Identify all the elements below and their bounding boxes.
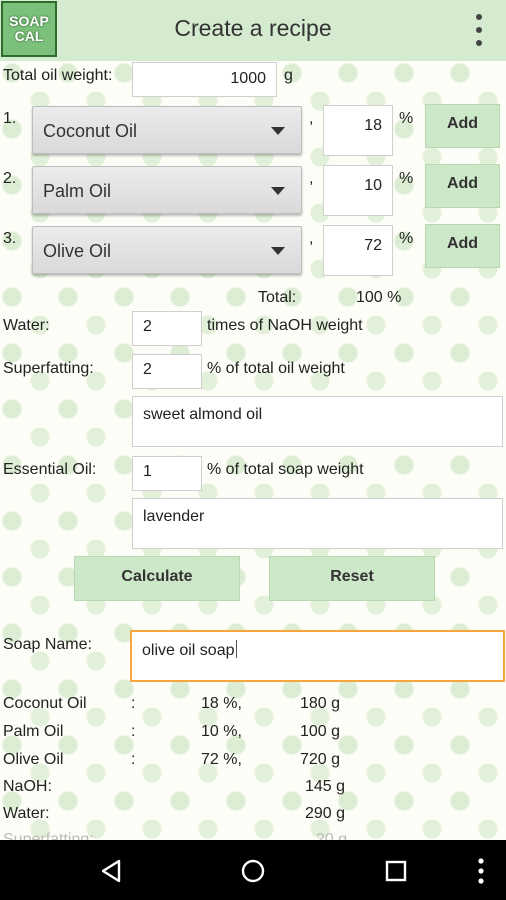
oil-comma-2: ,: [309, 170, 314, 187]
dropdown-caret-icon: [271, 187, 285, 195]
result-percent-1: 18 %,: [201, 695, 242, 712]
oil-select-1-value: Coconut Oil: [43, 121, 138, 141]
add-oil-button-3[interactable]: Add: [425, 224, 500, 268]
system-navigation-bar: [0, 840, 506, 900]
result-amount-3: 720 g: [300, 751, 341, 768]
soap-name-value: olive oil soap: [142, 642, 235, 659]
oil-select-3-value: Olive Oil: [43, 241, 112, 261]
result-amount-2: 100 g: [300, 723, 341, 740]
home-icon[interactable]: [240, 858, 266, 884]
water-suffix: times of NaOH weight: [207, 317, 363, 334]
recents-icon[interactable]: [384, 859, 408, 883]
total-oil-input[interactable]: 1000: [132, 62, 277, 97]
add-oil-button-1[interactable]: Add: [425, 104, 500, 148]
result-sep-3: :: [131, 751, 136, 768]
dropdown-caret-icon: [271, 127, 285, 135]
oil-comma-1: ,: [309, 110, 314, 127]
result-oil-name-3: Olive Oil: [3, 751, 64, 768]
oil-index-3: 3.: [3, 230, 17, 247]
total-percent-label: Total:: [258, 289, 297, 306]
essential-oil-suffix: % of total soap weight: [207, 461, 364, 478]
total-percent-value: 100 %: [356, 289, 402, 306]
oil-percent-unit-2: %: [399, 170, 414, 187]
oil-percent-input-2[interactable]: 10: [323, 165, 393, 216]
oil-select-2-value: Palm Oil: [43, 181, 112, 201]
text-cursor: [235, 640, 237, 658]
soap-name-label: Soap Name:: [3, 636, 92, 653]
oil-percent-input-1[interactable]: 18: [323, 105, 393, 156]
result-percent-3: 72 %,: [201, 751, 242, 768]
calculate-button[interactable]: Calculate: [74, 556, 240, 601]
oil-percent-unit-3: %: [399, 230, 414, 247]
superfat-label: Superfatting:: [3, 360, 94, 377]
soap-name-input[interactable]: olive oil soap: [130, 630, 505, 682]
result-percent-2: 10 %,: [201, 723, 242, 740]
oil-percent-unit-1: %: [399, 110, 414, 127]
result-oil-name-1: Coconut Oil: [3, 695, 87, 712]
reset-button[interactable]: Reset: [269, 556, 435, 601]
result-naoh-label: NaOH:: [3, 778, 52, 795]
total-oil-unit: g: [284, 67, 293, 84]
superfat-suffix: % of total oil weight: [207, 360, 345, 377]
page-title: Create a recipe: [174, 15, 332, 41]
oil-select-2[interactable]: Palm Oil: [32, 166, 302, 214]
result-sep-2: :: [131, 723, 136, 740]
result-naoh-value: 145 g: [305, 778, 346, 795]
dropdown-caret-icon: [271, 247, 285, 255]
recipe-form[interactable]: Total oil weight: 1000 g 1. Coconut Oil …: [0, 61, 506, 840]
oil-index-2: 2.: [3, 170, 17, 187]
app-bar: SOAP CAL Create a recipe: [0, 0, 506, 62]
add-oil-button-2[interactable]: Add: [425, 164, 500, 208]
result-superfat-label: Superfatting:: [3, 831, 94, 840]
oil-select-1[interactable]: Coconut Oil: [32, 106, 302, 154]
oil-index-1: 1.: [3, 110, 17, 127]
essential-oil-label: Essential Oil:: [3, 461, 97, 478]
water-label: Water:: [3, 317, 50, 334]
result-superfat-value: 20 g: [316, 831, 348, 840]
overflow-menu-icon[interactable]: [472, 14, 486, 46]
superfat-oil-input[interactable]: sweet almond oil: [132, 396, 503, 447]
total-oil-label: Total oil weight:: [3, 67, 113, 84]
oil-select-3[interactable]: Olive Oil: [32, 226, 302, 274]
oil-percent-input-3[interactable]: 72: [323, 225, 393, 276]
back-icon[interactable]: [98, 858, 124, 884]
result-water-label: Water:: [3, 805, 50, 822]
result-oil-name-2: Palm Oil: [3, 723, 64, 740]
oil-comma-3: ,: [309, 230, 314, 247]
more-vert-icon[interactable]: [474, 856, 488, 886]
essential-oil-name-input[interactable]: lavender: [132, 498, 503, 549]
water-ratio-input[interactable]: 2: [132, 311, 202, 346]
result-water-value: 290 g: [305, 805, 346, 822]
result-amount-1: 180 g: [300, 695, 341, 712]
essential-oil-percent-input[interactable]: 1: [132, 456, 202, 491]
result-sep-1: :: [131, 695, 136, 712]
superfat-percent-input[interactable]: 2: [132, 354, 202, 389]
